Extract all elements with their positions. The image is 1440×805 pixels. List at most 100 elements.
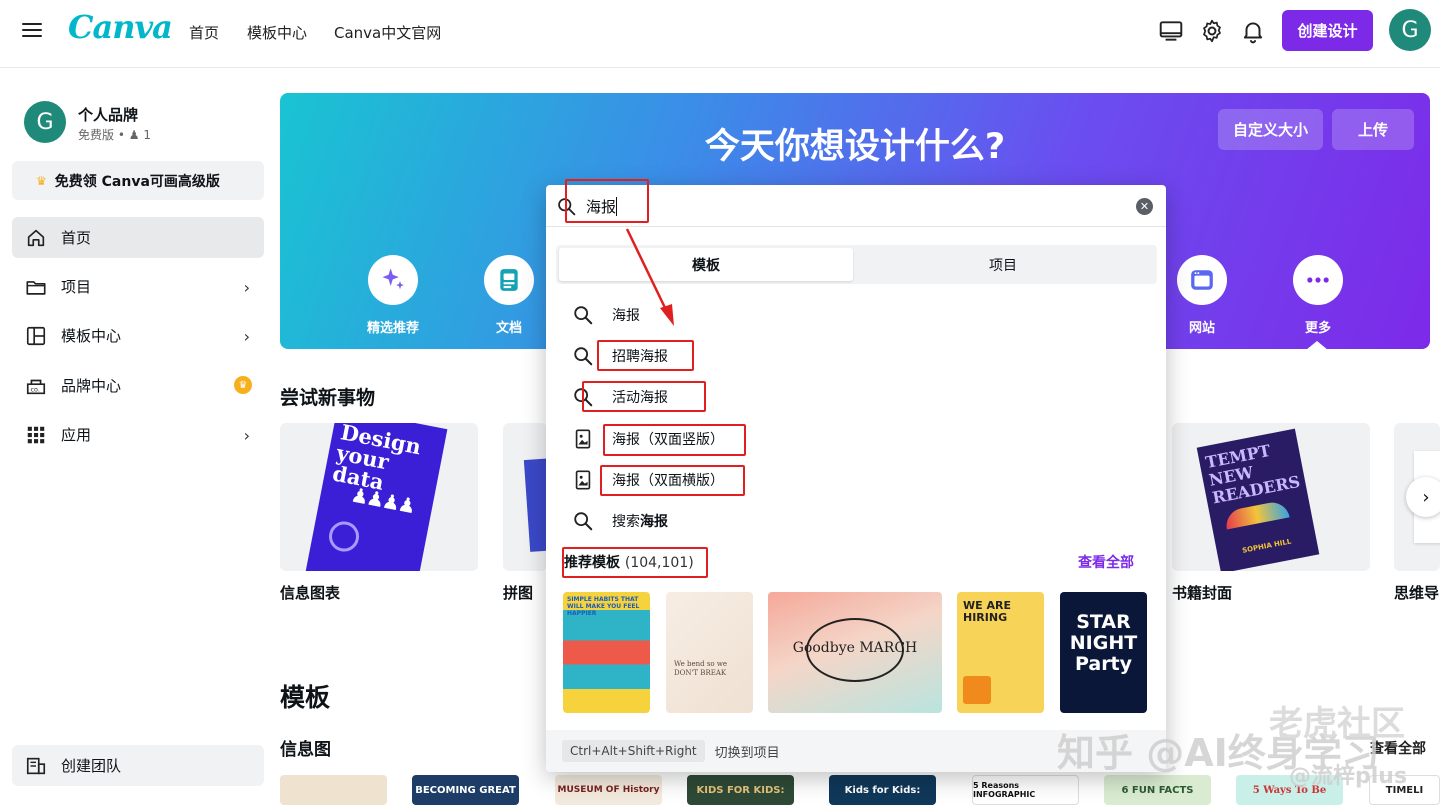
custom-size-button[interactable]: 自定义大小 [1218,109,1323,150]
search-icon [574,512,593,531]
user-avatar[interactable]: G [1389,9,1431,51]
highlight-box-recommended [562,547,708,578]
card-book-cover[interactable]: TEMPT NEW READERS SOPHIA HILL [1172,423,1370,571]
sparkle-icon [368,255,418,305]
category-doc[interactable]: 文档 [469,255,549,336]
canva-logo[interactable]: Canva [68,8,173,46]
sidebar-item-home[interactable]: 首页 [12,217,264,258]
suggestion-item[interactable]: 海报 [572,303,640,327]
template-thumb-star-night[interactable]: STAR NIGHT Party [1060,592,1147,713]
nav-canva-official[interactable]: Canva中文官网 [334,22,441,43]
sidebar-item-label: 项目 [61,278,92,296]
template-thumb-hiring[interactable]: WE ARE HIRING [957,592,1044,713]
create-team-button[interactable]: 创建团队 [12,745,264,786]
create-design-button[interactable]: 创建设计 [1282,10,1373,51]
selected-caret-icon [1307,341,1327,349]
thumb-text: WE ARE HIRING [963,599,1011,624]
create-team-label: 创建团队 [61,757,122,775]
team-building-icon [26,757,46,775]
tab-projects[interactable]: 项目 [856,248,1150,281]
search-all-item[interactable]: 搜索 海报 [572,509,668,533]
bell-icon[interactable] [1240,18,1266,44]
gear-icon[interactable] [1199,18,1225,44]
template-thumb[interactable]: BECOMING GREAT [412,775,519,805]
highlight-box-suggestion [597,340,694,371]
top-bar: Canva 首页 模板中心 Canva中文官网 创建设计 G [0,0,1440,68]
brand-members: 1 [143,128,151,142]
desktop-app-icon[interactable] [1158,18,1184,44]
folder-icon [26,281,46,295]
template-thumb[interactable] [280,775,387,805]
brand-kit-icon: co. [26,379,46,395]
template-thumb-habits[interactable]: SIMPLE HABITS THAT WILL MAKE YOU FEEL HA… [563,592,650,713]
search-icon [574,347,593,366]
brand-name[interactable]: 个人品牌 [78,104,138,125]
highlight-box-suggestion [600,465,745,496]
sidebar: G 个人品牌 免费版 • ♟ 1 ♛ 免费领 Canva可画高级版 首页 项目 … [0,68,276,799]
sidebar-item-label: 首页 [61,229,92,247]
megaphone-icon [963,676,991,704]
highlight-box-suggestion [582,381,706,412]
watermark-text: 老虎社区 [1269,704,1405,744]
sidebar-item-label: 应用 [61,426,92,444]
menu-icon[interactable] [22,21,42,39]
upload-button[interactable]: 上传 [1332,109,1414,150]
card-label: 信息图表 [280,584,341,602]
category-label: 更多 [1304,321,1331,336]
premium-promo-button[interactable]: ♛ 免费领 Canva可画高级版 [12,161,264,200]
sidebar-item-projects[interactable]: 项目 › [12,266,264,307]
nav-template-center[interactable]: 模板中心 [247,22,307,43]
brand-avatar[interactable]: G [24,101,66,143]
template-thumb-march[interactable]: Goodbye MARCH [768,592,942,713]
card-preview-text: TEMPT NEW READERS [1203,440,1302,508]
tab-templates[interactable]: 模板 [559,248,853,281]
suggestion-text: 海报 [612,308,640,324]
percent-circle-icon [326,518,362,555]
section-try-new: 尝试新事物 [280,387,376,409]
category-website[interactable]: 网站 [1162,255,1242,336]
highlight-box-query [565,179,649,223]
category-label: 网站 [1188,321,1215,336]
sidebar-item-templates[interactable]: 模板中心 › [12,315,264,356]
design-type-icon [575,429,591,449]
template-thumb[interactable]: KIDS FOR KIDS: [687,775,794,805]
premium-crown-icon: ♛ [234,376,252,394]
category-featured[interactable]: 精选推荐 [353,255,433,336]
search-all-prefix: 搜索 [612,514,640,530]
website-icon [1177,255,1227,305]
clear-search-button[interactable]: ✕ [1136,198,1153,215]
search-tabs: 模板 项目 [556,245,1157,284]
crown-icon: ♛ [36,173,47,188]
highlight-box-suggestion [603,424,746,456]
category-more[interactable]: 更多 [1278,255,1358,336]
svg-text:co.: co. [31,386,40,394]
chevron-right-icon: › [243,426,250,445]
template-thumb[interactable]: MUSEUM OF History [555,775,662,805]
card-collage[interactable] [503,423,547,571]
card-preview-author: SOPHIA HILL [1241,537,1292,555]
chevron-right-icon: › [1422,486,1430,508]
chevron-right-icon: › [243,327,250,346]
sidebar-item-brand[interactable]: co. 品牌中心 ♛ [12,365,264,406]
watermark-text: @流梓plus [1289,764,1408,789]
category-label: 精选推荐 [366,321,419,336]
template-thumb-dont-break[interactable]: We bend so we DON'T BREAK [666,592,753,713]
infographic-preview: Design your data ♟♟♟♟ [304,423,448,571]
search-all-term: 海报 [640,514,668,530]
carousel-next-button[interactable]: › [1406,477,1440,517]
card-label: 拼图 [503,584,534,602]
template-thumb[interactable]: Kids for Kids: [829,775,936,805]
view-all-link[interactable]: 查看全部 [1078,552,1134,572]
design-type-icon [575,470,591,490]
document-icon [484,255,534,305]
card-label: 思维导 [1394,584,1440,602]
home-icon [27,229,45,247]
members-icon: ♟ [128,128,140,142]
sidebar-item-apps[interactable]: 应用 › [12,414,264,455]
chevron-right-icon: › [243,278,250,297]
collage-preview [523,458,547,552]
section-infographic: 信息图 [280,740,331,760]
card-infographic[interactable]: Design your data ♟♟♟♟ [280,423,478,571]
brand-plan-info: 免费版 • ♟ 1 [78,126,151,143]
nav-home[interactable]: 首页 [189,22,219,43]
